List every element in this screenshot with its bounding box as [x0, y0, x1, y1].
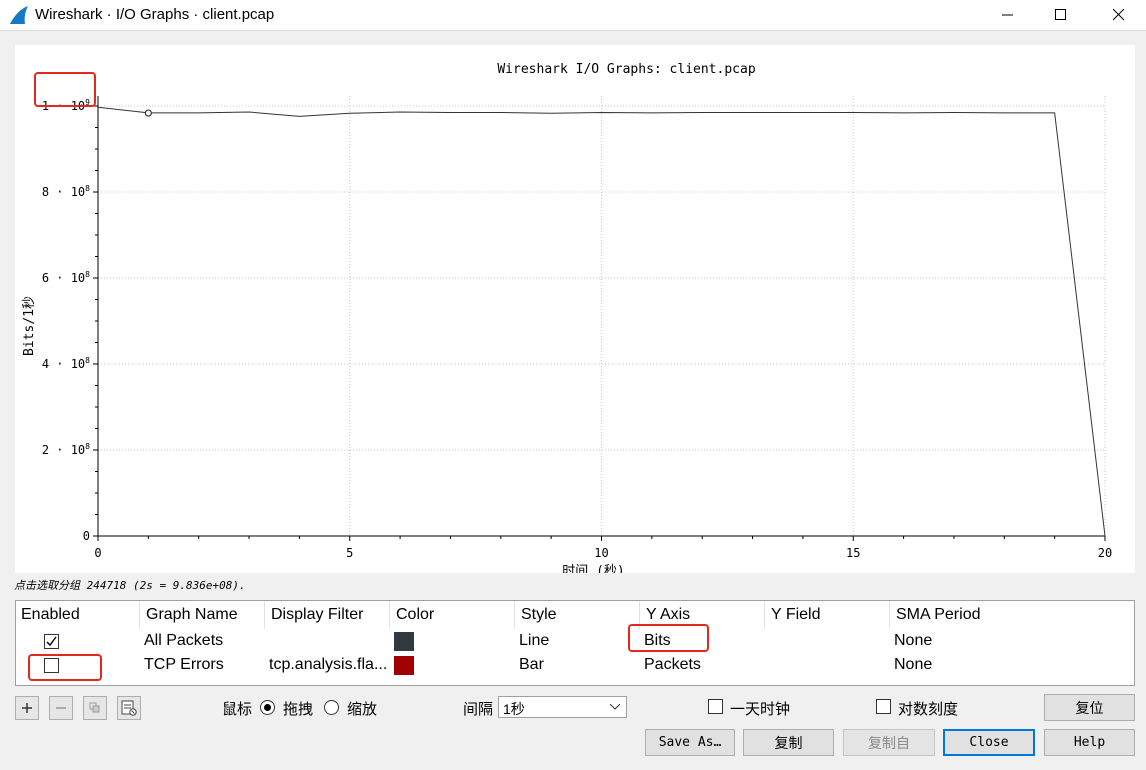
header-display-filter: Display Filter — [271, 606, 364, 623]
x-tick-label: 20 — [1098, 546, 1112, 560]
enabled-checkbox[interactable] — [44, 634, 59, 649]
add-graph-button[interactable] — [15, 696, 39, 720]
remove-graph-button[interactable] — [49, 696, 73, 720]
drag-label[interactable]: 拖拽 — [283, 698, 313, 719]
graph-name-cell[interactable]: All Packets — [144, 632, 223, 650]
y-tick-label: 8 · 108 — [42, 184, 90, 199]
header-y-axis: Y Axis — [646, 606, 691, 623]
annotation-box — [34, 72, 96, 107]
maximize-button[interactable] — [1038, 0, 1084, 30]
y-axis-cell[interactable]: Packets — [644, 656, 701, 674]
checkmark-icon — [46, 636, 57, 647]
y-axis-label: Bits/1秒 — [22, 296, 37, 356]
color-swatch[interactable] — [394, 656, 414, 675]
close-icon — [1113, 9, 1125, 21]
graph-name-cell[interactable]: TCP Errors — [144, 656, 224, 674]
io-graph-chart[interactable]: Wireshark I/O Graphs: client.pcap 0 2 · 10… — [15, 45, 1135, 573]
sma-period-cell[interactable]: None — [894, 632, 932, 650]
table-row[interactable]: TCP Errors tcp.analysis.fla... Bar Packe… — [16, 654, 1134, 678]
interval-value: 1秒 — [503, 701, 525, 717]
header-sma-period: SMA Period — [896, 606, 981, 623]
color-swatch[interactable] — [394, 632, 414, 651]
wireshark-fin-icon — [10, 6, 28, 24]
copy-button[interactable]: 复制 — [743, 729, 834, 756]
y-tick-label: 0 — [83, 529, 90, 543]
header-y-field: Y Field — [771, 606, 821, 623]
minus-icon — [56, 707, 66, 709]
x-tick-label: 10 — [594, 546, 608, 560]
mouse-label: 鼠标 — [222, 701, 253, 718]
io-graphs-dialog: Wireshark I/O Graphs: client.pcap 0 2 · 10… — [0, 30, 1146, 770]
time-of-day-checkbox[interactable] — [708, 699, 723, 714]
zoom-label[interactable]: 缩放 — [347, 698, 377, 719]
header-graph-name: Graph Name — [146, 606, 238, 623]
minimize-icon — [1002, 14, 1013, 16]
x-tick-label: 15 — [846, 546, 860, 560]
clear-graphs-button[interactable] — [117, 696, 141, 720]
zoom-radio[interactable] — [324, 700, 339, 715]
close-button[interactable]: Close — [943, 729, 1035, 756]
header-color: Color — [396, 606, 435, 623]
status-hint: 点击选取分组 244718 (2s = 9.836e+08). — [14, 579, 246, 592]
annotation-box — [628, 624, 709, 652]
table-header: Enabled Graph Name Display Filter Color … — [16, 601, 1134, 629]
x-tick-label: 0 — [94, 546, 101, 560]
copy-icon — [89, 702, 100, 713]
x-axis-label: 时间 (秒) — [562, 564, 624, 573]
interval-select[interactable]: 1秒 — [498, 696, 627, 718]
log-scale-checkbox[interactable] — [876, 699, 891, 714]
plus-icon — [22, 703, 32, 713]
header-style: Style — [521, 606, 557, 623]
maximize-icon — [1055, 9, 1066, 20]
y-tick-label: 4 · 108 — [42, 356, 90, 371]
save-as-button[interactable]: Save As… — [645, 729, 735, 756]
y-tick-label: 6 · 108 — [42, 270, 90, 285]
drag-radio[interactable] — [260, 700, 275, 715]
copy-from-button[interactable]: 复制自 — [843, 729, 935, 756]
selected-point-marker — [144, 109, 152, 117]
interval-label: 间隔 — [463, 701, 494, 718]
clear-list-icon — [121, 700, 137, 716]
style-cell[interactable]: Line — [519, 632, 549, 650]
chart-svg[interactable]: Wireshark I/O Graphs: client.pcap 0 2 · 10… — [15, 45, 1135, 573]
header-enabled: Enabled — [21, 606, 80, 623]
reset-button[interactable]: 复位 — [1044, 694, 1135, 721]
chevron-down-icon — [610, 704, 620, 710]
minimize-button[interactable] — [985, 0, 1031, 30]
style-cell[interactable]: Bar — [519, 656, 544, 674]
help-button[interactable]: Help — [1044, 729, 1135, 756]
annotation-box — [28, 654, 102, 681]
y-tick-label: 2 · 108 — [42, 442, 90, 457]
chart-title: Wireshark I/O Graphs: client.pcap — [497, 62, 755, 77]
x-tick-label: 5 — [346, 546, 353, 560]
window-title: Wireshark · I/O Graphs · client.pcap — [35, 6, 275, 23]
graphs-table[interactable]: Enabled Graph Name Display Filter Color … — [15, 600, 1135, 686]
time-of-day-label[interactable]: 一天时钟 — [730, 698, 790, 719]
display-filter-cell[interactable]: tcp.analysis.fla... — [269, 656, 387, 674]
title-bar: Wireshark · I/O Graphs · client.pcap — [0, 0, 1146, 30]
log-scale-label[interactable]: 对数刻度 — [898, 698, 958, 719]
close-window-button[interactable] — [1096, 0, 1142, 30]
table-row[interactable]: All Packets Line Bits None — [16, 630, 1134, 654]
sma-period-cell[interactable]: None — [894, 656, 932, 674]
copy-graph-button[interactable] — [83, 696, 107, 720]
